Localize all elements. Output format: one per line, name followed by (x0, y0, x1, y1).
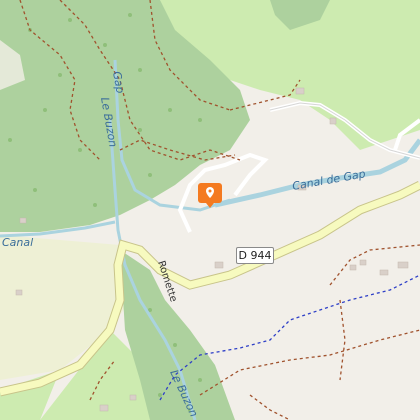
pin-shape (198, 183, 222, 208)
location-pin-icon[interactable] (196, 181, 224, 209)
label-canal: Canal (2, 236, 33, 249)
map-canvas[interactable]: Gap Le Buzon Canal de Gap Canal Romette … (0, 0, 420, 420)
road-shield-d944: D 944 (236, 247, 274, 264)
map-layer: Gap Le Buzon Canal de Gap Canal Romette … (0, 0, 420, 420)
